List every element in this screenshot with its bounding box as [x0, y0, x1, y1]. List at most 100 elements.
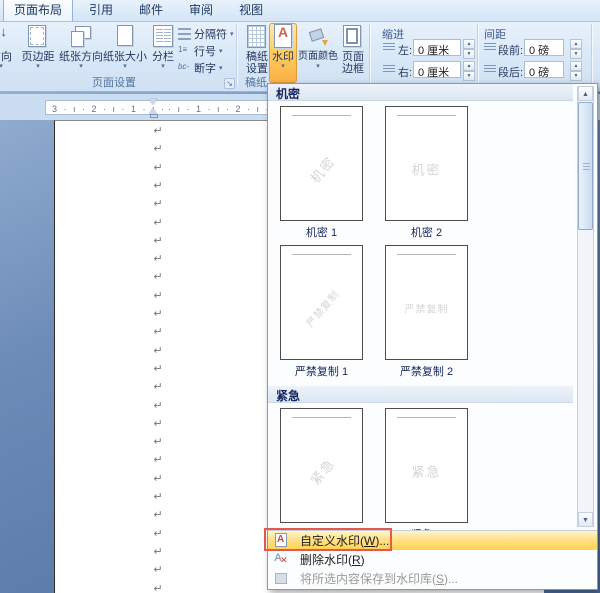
watermark-commands: A 自定义水印(W)... A ✕ 删除水印(R) 将所选内容保存到水印库(S)...	[268, 530, 597, 588]
paragraph-mark: ↵	[153, 143, 163, 156]
page-border-button[interactable]: 页面边框	[339, 24, 367, 82]
menu-item-label: 删除水印(R)	[300, 553, 365, 567]
spacing-before-input[interactable]: 0 磅	[524, 39, 564, 57]
watermark-dropdown: 机密 机密 机密 1 机密 机密 2 严禁复制 严禁复制 1 严禁复制 严禁复制 2 紧急 紧急 紧急…	[264, 83, 598, 590]
thumbnail-page: 机密	[280, 106, 363, 221]
paragraph-mark: ↵	[153, 234, 163, 247]
dialog-launcher-icon[interactable]: ↘	[224, 78, 235, 89]
paragraph-mark: ↵	[153, 216, 163, 229]
menu-item-自定义水印[interactable]: A 自定义水印(W)...	[268, 531, 597, 550]
columns-icon	[151, 24, 175, 50]
chevron-down-icon: ▾	[281, 63, 285, 70]
spacing-after-input[interactable]: 0 磅	[524, 61, 564, 79]
paragraph-mark: ↵	[153, 472, 163, 485]
custom-watermark-icon: A	[274, 533, 289, 548]
spacing-before-stepper[interactable]: ▲ ▼	[570, 39, 582, 59]
thumbnail-page: 紧急	[385, 408, 468, 523]
paragraph-mark: ↵	[153, 326, 163, 339]
save-to-gallery-icon	[274, 571, 289, 586]
thumbnail-page: 严禁复制	[385, 245, 468, 360]
scrollbar-thumb[interactable]	[578, 102, 593, 230]
indent-left-stepper[interactable]: ▲ ▼	[463, 39, 475, 59]
paragraph-mark: ↵	[153, 161, 163, 174]
chevron-down-icon: ▾	[0, 63, 3, 70]
indent-marker[interactable]	[149, 99, 158, 118]
page-color-button[interactable]: 页面颜色 ▾	[298, 24, 338, 82]
gallery-section-grid: 机密 机密 1 机密 机密 2 严禁复制 严禁复制 1 严禁复制 严禁复制 2	[268, 101, 580, 386]
indent-right-stepper[interactable]: ▲ ▼	[463, 61, 475, 81]
tab-页面布局[interactable]: 页面布局	[3, 0, 74, 21]
spacing-before-icon	[484, 43, 496, 52]
thumbnail-watermark-text: 紧急	[411, 464, 442, 480]
delete-watermark-icon: A ✕	[274, 552, 288, 565]
thumbnail-page: 紧急	[280, 408, 363, 523]
paragraph-mark: ↵	[153, 381, 163, 394]
watermark-thumbnail-紧急 2[interactable]: 紧急紧急 2	[385, 408, 468, 530]
thumbnail-watermark-text: 机密	[306, 153, 338, 187]
gallery-scrollbar[interactable]: ▲ ▼	[577, 86, 594, 527]
paper-orientation-icon	[69, 24, 93, 50]
horizontal-ruler: 3 · ı · 2 · ı · 1 · ı · · ı · 1 · ı · 2 …	[45, 100, 275, 115]
indent-left-input[interactable]: 0 厘米	[413, 39, 461, 57]
indent-right-input[interactable]: 0 厘米	[413, 61, 461, 79]
ruler-right-ticks: · ı · 1 · ı · 2 · ı · 3 ·	[168, 104, 269, 114]
gallery-section-header: 机密	[268, 84, 573, 101]
watermark-icon: A	[271, 24, 295, 50]
watermark-thumbnail-机密 1[interactable]: 机密机密 1	[280, 106, 363, 240]
paragraph-mark: ↵	[153, 308, 163, 320]
hyphenation-button[interactable]: bc- 断字 ▾	[178, 60, 223, 75]
chevron-down-icon: ▾	[316, 63, 320, 70]
thumbnail-watermark-text: 严禁复制	[404, 304, 449, 316]
thumbnail-page: 机密	[385, 106, 468, 221]
watermark-thumbnail-机密 2[interactable]: 机密机密 2	[385, 106, 468, 240]
paragraph-mark: ↵	[153, 253, 163, 266]
thumbnail-label: 严禁复制 2	[399, 366, 454, 378]
paragraph-mark: ↵	[153, 454, 163, 467]
tab-审阅[interactable]: 审阅	[179, 0, 223, 21]
thumbnail-watermark-text: 紧急	[306, 455, 338, 489]
paragraph-mark: ↵	[153, 362, 163, 375]
paper-size-icon	[113, 24, 137, 50]
gallery-section-header: 紧急	[268, 386, 573, 403]
page-color-icon	[306, 24, 330, 50]
scroll-up-icon[interactable]: ▲	[578, 86, 593, 101]
ribbon: A↓ 方向 ▾ 页边距 ▾ 纸张方向 ▾ 纸张大小 ▾ 分栏 ▾ 分隔符▾ 1≡…	[0, 22, 600, 92]
thumbnail-label: 机密 1	[305, 227, 338, 239]
indent-left-icon	[383, 43, 395, 52]
breaks-button[interactable]: 分隔符 ▾	[178, 26, 234, 41]
paragraph-mark: ↵	[153, 399, 163, 412]
scroll-down-icon[interactable]: ▼	[578, 512, 593, 527]
watermark-thumbnail-严禁复制 1[interactable]: 严禁复制严禁复制 1	[280, 245, 363, 379]
watermark-thumbnail-紧急 1[interactable]: 紧急紧急 1	[280, 408, 363, 530]
watermark-button[interactable]: A 水印 ▾	[269, 23, 297, 83]
menu-item-将所选内容保存到水印库[interactable]: 将所选内容保存到水印库(S)...	[268, 569, 597, 588]
paragraph-mark: ↵	[153, 344, 163, 357]
ribbon-tab-bar: 页面布局 引用 邮件 审阅 视图	[0, 0, 600, 22]
paragraph-mark: ↵	[153, 527, 163, 540]
group-label-page-setup: 页面设置	[92, 77, 136, 89]
watermark-thumbnail-严禁复制 2[interactable]: 严禁复制严禁复制 2	[385, 245, 468, 379]
paragraph-mark: ↵	[153, 436, 163, 449]
thumbnail-page: 严禁复制	[280, 245, 363, 360]
thumbnail-label: 机密 2	[410, 227, 443, 239]
chevron-down-icon: ▾	[161, 63, 165, 70]
group-label-indent: 缩进	[382, 29, 404, 41]
menu-item-label: 将所选内容保存到水印库(S)...	[300, 572, 459, 586]
tab-视图[interactable]: 视图	[229, 0, 273, 21]
tab-引用[interactable]: 引用	[79, 0, 123, 21]
text-direction-icon: A↓	[0, 24, 7, 39]
thumbnail-label: 严禁复制 1	[294, 366, 349, 378]
menu-item-删除水印[interactable]: A ✕ 删除水印(R)	[268, 550, 597, 569]
line-numbers-button[interactable]: 1≡ 行号 ▾	[178, 43, 223, 58]
watermark-gallery: 机密 机密 机密 1 机密 机密 2 严禁复制 严禁复制 1 严禁复制 严禁复制 2 紧急 紧急 紧急…	[268, 84, 597, 530]
paragraph-mark: ↵	[153, 417, 163, 430]
text-direction-label: 方向	[0, 51, 12, 63]
thumbnail-watermark-text: 机密	[411, 162, 442, 178]
margins-icon	[26, 24, 50, 50]
indent-right-icon	[383, 65, 395, 74]
paragraph-mark: ↵	[153, 289, 163, 302]
line-numbers-icon: 1≡	[178, 44, 188, 54]
chevron-down-icon: ▾	[36, 63, 40, 70]
spacing-after-stepper[interactable]: ▲ ▼	[570, 61, 582, 81]
tab-邮件[interactable]: 邮件	[129, 0, 173, 21]
